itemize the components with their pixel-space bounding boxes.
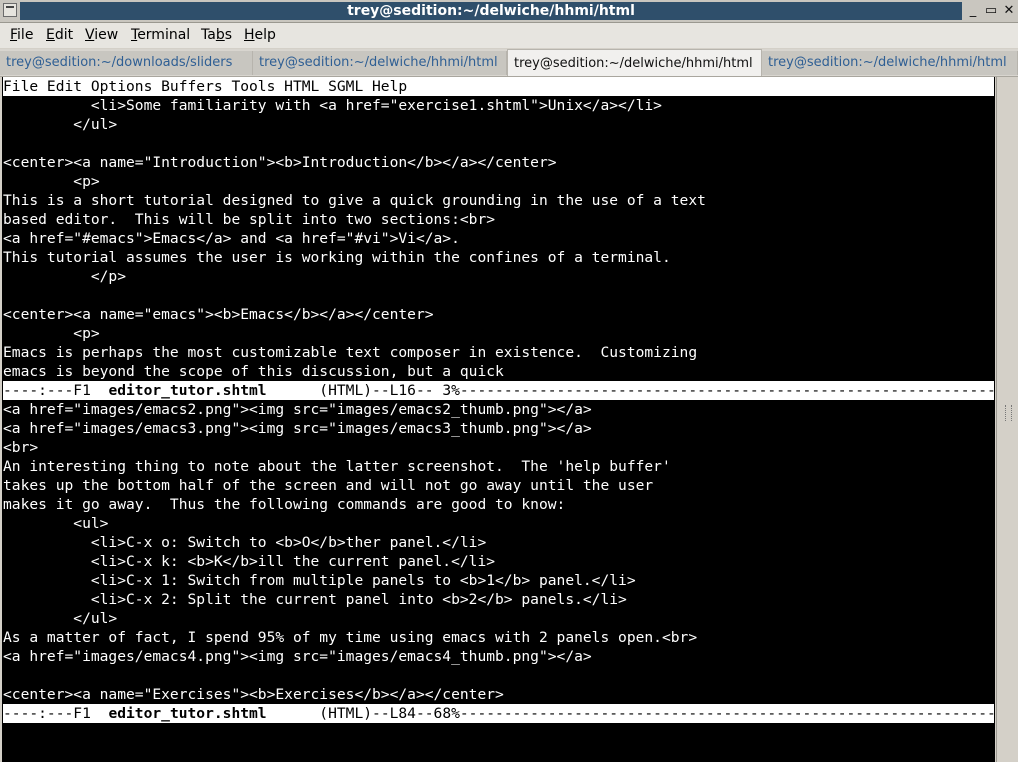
code-line: </ul> [3, 116, 118, 133]
code-line: <li>C-x k: <b>K</b>ill the current panel… [3, 553, 496, 570]
buffer-name: editor_tutor.shtml [108, 705, 267, 722]
tab-hhmi-html-1[interactable]: trey@sedition:~/delwiche/hhmi/html [253, 51, 507, 75]
mode-line-status: (HTML)--L84--68%------------------------… [319, 705, 994, 722]
code-line: Emacs is perhaps the most customizable t… [3, 344, 698, 361]
minimize-icon[interactable]: _ [964, 2, 982, 19]
mode-line-bottom: ----:---F1 editor_tutor.shtml (HTML)--L8… [3, 704, 994, 723]
menu-edit-accel: E [46, 27, 55, 43]
code-line: <p> [3, 173, 100, 190]
menu-edit[interactable]: Edit [46, 27, 73, 43]
code-line: <br> [3, 439, 39, 456]
code-line: <a href="images/emacs3.png"><img src="im… [3, 420, 592, 437]
menu-file-accel: F [10, 27, 18, 43]
menu-view-accel: V [85, 27, 95, 43]
code-line: <center><a name="Exercises"><b>Exercises… [3, 686, 504, 703]
tab-hhmi-html-active[interactable]: trey@sedition:~/delwiche/hhmi/html [507, 49, 762, 76]
code-line: This tutorial assumes the user is workin… [3, 249, 671, 266]
menu-tabs[interactable]: Tabs [201, 27, 232, 43]
window-menu-icon[interactable] [3, 3, 17, 17]
window-title: trey@sedition:~/delwiche/hhmi/html [20, 2, 962, 20]
code-line: An interesting thing to note about the l… [3, 458, 671, 475]
terminal-tabbar: trey@sedition:~/downloads/sliders trey@s… [0, 49, 1018, 77]
code-line: </p> [3, 268, 127, 285]
code-line: takes up the bottom half of the screen a… [3, 477, 654, 494]
mode-line-prefix: ----:---F1 [3, 382, 109, 399]
menu-file[interactable]: File [10, 27, 33, 43]
code-line: <a href="images/emacs2.png"><img src="im… [3, 401, 592, 418]
emacs-minibuffer[interactable] [3, 723, 994, 742]
code-line: <li>C-x 2: Split the current panel into … [3, 591, 627, 608]
close-icon[interactable]: ✕ [1000, 2, 1018, 19]
code-line: This is a short tutorial designed to giv… [3, 192, 706, 209]
code-line: <a href="images/emacs4.png"><img src="im… [3, 648, 592, 665]
code-line: <a href="#emacs">Emacs</a> and <a href="… [3, 230, 460, 247]
scrollbar-grip-icon[interactable] [1005, 405, 1012, 421]
mode-line-status: (HTML)--L16-- 3%------------------------… [319, 382, 994, 399]
code-line: As a matter of fact, I spend 95% of my t… [3, 629, 698, 646]
code-line: <li>C-x 1: Switch from multiple panels t… [3, 572, 636, 589]
mode-line-prefix: ----:---F1 [3, 705, 109, 722]
menu-view[interactable]: View [85, 27, 118, 43]
code-line: makes it go away. Thus the following com… [3, 496, 566, 513]
code-line: <li>C-x o: Switch to <b>O</b>ther panel.… [3, 534, 487, 551]
menu-terminal-rest: erminal [137, 27, 191, 43]
window-titlebar[interactable]: trey@sedition:~/delwiche/hhmi/html _ ▭ ✕ [0, 0, 1018, 23]
menu-file-rest: ile [17, 27, 34, 43]
code-line: based editor. This will be split into tw… [3, 211, 496, 228]
code-line: </ul> [3, 610, 118, 627]
menu-help[interactable]: Help [244, 27, 276, 43]
buffer-name: editor_tutor.shtml [108, 382, 267, 399]
code-line: <ul> [3, 515, 109, 532]
code-line: <li>Some familiarity with <a href="exerc… [3, 97, 662, 114]
tab-hhmi-html-3[interactable]: trey@sedition:~/delwiche/hhmi/html [762, 51, 1018, 75]
menu-help-accel: H [244, 27, 255, 43]
menu-terminal[interactable]: Terminal [131, 27, 190, 43]
code-line: <p> [3, 325, 100, 342]
code-line: <center><a name="Introduction"><b>Introd… [3, 154, 557, 171]
menu-help-rest: elp [254, 27, 276, 43]
menu-tabs-pre: Ta [201, 27, 216, 43]
menu-tabs-accel: b [215, 27, 225, 43]
maximize-icon[interactable]: ▭ [982, 2, 1000, 19]
emacs-menu-bar[interactable]: File Edit Options Buffers Tools HTML SGM… [3, 77, 994, 96]
tab-sliders[interactable]: trey@sedition:~/downloads/sliders [0, 51, 253, 75]
code-line: <center><a name="emacs"><b>Emacs</b></a>… [3, 306, 434, 323]
menu-view-rest: iew [94, 27, 119, 43]
code-line: emacs is beyond the scope of this discus… [3, 363, 504, 380]
menu-tabs-rest: s [224, 27, 233, 43]
terminal-screen[interactable]: File Edit Options Buffers Tools HTML SGM… [2, 77, 995, 762]
mode-line-top: ----:---F1 editor_tutor.shtml (HTML)--L1… [3, 381, 994, 400]
terminal-scrollbar[interactable] [996, 77, 1018, 762]
menu-edit-rest: dit [54, 27, 74, 43]
terminal-menubar: File Edit View Terminal Tabs Help [0, 23, 1018, 48]
